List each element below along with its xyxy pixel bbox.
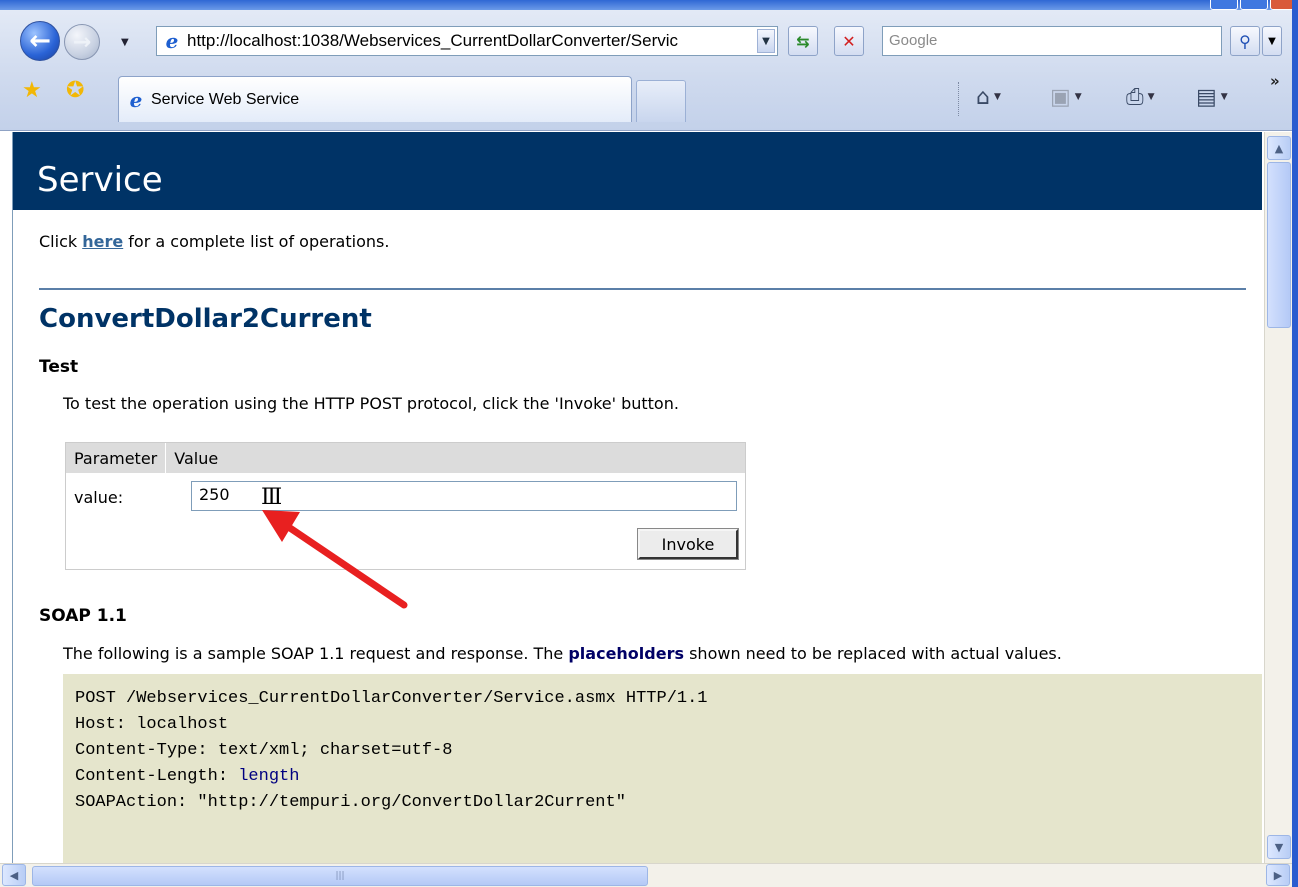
home-icon: ⌂	[976, 84, 990, 110]
value-column-header: Value	[174, 448, 219, 468]
scroll-down-button[interactable]: ▼	[1267, 835, 1291, 859]
code-line: Host: localhost	[75, 715, 229, 734]
parameter-column-header: Parameter	[74, 448, 158, 468]
chevron-down-icon: ▼	[1220, 92, 1228, 102]
window-controls	[1210, 0, 1298, 10]
ie-tab-icon: e	[129, 87, 143, 112]
page-menu-button[interactable]: ▤ ▼	[1196, 82, 1228, 112]
search-options-button[interactable]: ▼	[1262, 26, 1282, 56]
favorites-star-icon[interactable]: ★	[22, 80, 42, 102]
tab-label: Service Web Service	[151, 90, 300, 108]
intro-text-after: for a complete list of operations.	[123, 232, 390, 251]
chevron-down-icon: ▼	[1147, 92, 1155, 102]
new-tab-button[interactable]	[636, 80, 686, 122]
test-heading: Test	[39, 357, 79, 377]
code-line: Content-Length: length	[75, 764, 1262, 790]
more-tools-button[interactable]: »	[1270, 72, 1280, 90]
placeholders-term: placeholders	[568, 644, 684, 663]
horizontal-scrollbar[interactable]: ◀ ||| ▶	[0, 863, 1292, 887]
minimize-button[interactable]	[1210, 0, 1238, 10]
rss-feed-icon: ▣	[1050, 84, 1071, 110]
code-placeholder: length	[238, 767, 300, 786]
back-button[interactable]: ←	[20, 21, 60, 61]
refresh-button[interactable]: ⇆	[788, 26, 818, 56]
soap-heading: SOAP 1.1	[39, 606, 127, 626]
soap-request-sample: POST /Webservices_CurrentDollarConverter…	[63, 674, 1262, 863]
feeds-button[interactable]: ▣ ▼	[1050, 82, 1082, 112]
back-arrow-icon: ←	[29, 26, 51, 56]
refresh-icon: ⇆	[796, 31, 810, 51]
tab-service-web-service[interactable]: e Service Web Service	[118, 76, 632, 122]
horizontal-scroll-thumb[interactable]: |||	[32, 866, 648, 886]
chevron-down-icon: ▼	[993, 92, 1001, 102]
soap-desc-after: shown need to be replaced with actual va…	[684, 644, 1062, 663]
test-description: To test the operation using the HTTP POS…	[63, 394, 679, 413]
search-icon: ⚲	[1239, 31, 1251, 51]
soap-desc-before: The following is a sample SOAP 1.1 reque…	[63, 644, 569, 663]
vertical-scrollbar[interactable]: ▲ ▼	[1264, 132, 1292, 863]
invoke-button[interactable]: Invoke	[637, 528, 739, 560]
page-viewport: Service Click here for a complete list o…	[12, 132, 1262, 863]
page-banner: Service	[13, 132, 1262, 210]
operation-title: ConvertDollar2Current	[39, 304, 372, 334]
window-frame	[1292, 0, 1298, 887]
operations-list-link[interactable]: here	[82, 232, 123, 251]
scroll-up-button[interactable]: ▲	[1267, 136, 1291, 160]
text-cursor-icon: Ⅲ	[261, 485, 283, 510]
vertical-scroll-thumb[interactable]	[1267, 162, 1291, 328]
code-line: SOAPAction: "http://tempuri.org/ConvertD…	[75, 793, 626, 812]
maximize-button[interactable]	[1240, 0, 1268, 10]
print-button[interactable]: ⎙ ▼	[1126, 82, 1155, 112]
section-divider	[39, 288, 1246, 290]
scroll-right-button[interactable]: ▶	[1266, 864, 1290, 886]
search-input[interactable]: Google	[882, 26, 1222, 56]
scroll-left-button[interactable]: ◀	[2, 864, 26, 886]
printer-icon: ⎙	[1126, 84, 1144, 110]
forward-button[interactable]: →	[64, 24, 100, 60]
recent-pages-dropdown-icon[interactable]: ▼	[121, 37, 129, 48]
title-bar	[0, 0, 1298, 10]
page-icon: ▤	[1196, 84, 1217, 110]
page-content: Click here for a complete list of operat…	[13, 232, 1262, 863]
stop-icon: ✕	[842, 31, 856, 51]
command-bar-separator	[958, 82, 960, 116]
operations-intro: Click here for a complete list of operat…	[39, 232, 1262, 251]
code-line: Content-Type: text/xml; charset=utf-8	[75, 741, 453, 760]
chevron-down-icon: ▼	[1074, 92, 1082, 102]
browser-toolbar: ← → ▼ e http://localhost:1038/Webservice…	[0, 0, 1298, 131]
param-label: value:	[74, 488, 124, 507]
address-bar[interactable]: e http://localhost:1038/Webservices_Curr…	[156, 26, 778, 56]
page-title: Service	[37, 160, 163, 200]
search-button[interactable]: ⚲	[1230, 26, 1260, 56]
stop-button[interactable]: ✕	[834, 26, 864, 56]
address-input[interactable]: http://localhost:1038/Webservices_Curren…	[187, 31, 757, 51]
home-button[interactable]: ⌂ ▼	[976, 82, 1001, 112]
forward-arrow-icon: →	[72, 29, 92, 55]
add-favorites-icon[interactable]: ✪	[66, 80, 84, 102]
test-form: Parameter Value value: 250 Ⅲ Invoke	[65, 442, 746, 570]
ie-page-icon: e	[165, 29, 179, 53]
code-line: POST /Webservices_CurrentDollarConverter…	[75, 689, 708, 708]
code-key: Content-Length:	[75, 767, 239, 786]
form-header: Parameter Value	[66, 443, 745, 473]
chevron-down-icon: ▼	[762, 35, 770, 47]
intro-text-before: Click	[39, 232, 83, 251]
address-dropdown-button[interactable]: ▼	[757, 29, 775, 53]
soap-description: The following is a sample SOAP 1.1 reque…	[63, 643, 1243, 664]
chevron-down-icon: ▼	[1268, 35, 1276, 47]
